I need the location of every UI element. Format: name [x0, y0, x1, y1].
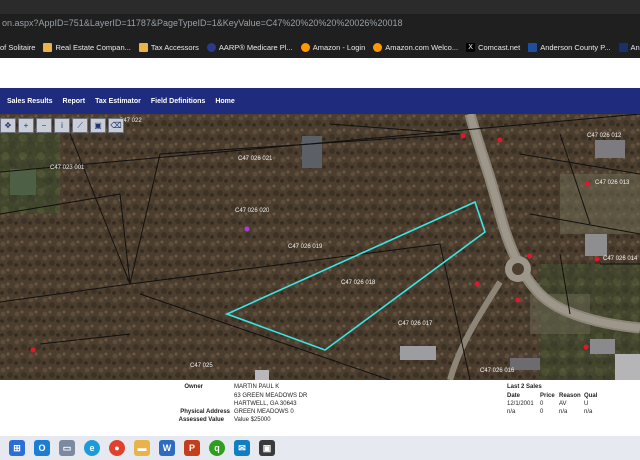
bookmark-aarp[interactable]: AARP® Medicare Pl...	[206, 42, 293, 52]
page-header-area	[0, 58, 640, 88]
browser-title-bar	[0, 0, 640, 14]
measure-icon[interactable]: ⟋	[72, 118, 88, 133]
physical-address-label: Physical Address	[180, 409, 230, 415]
quickbooks-icon[interactable]: q	[209, 440, 225, 456]
sale-row-date: 12/1/2001	[507, 401, 534, 407]
bookmark-label: Amazon.com Welco...	[385, 42, 459, 52]
owner-address-line2: HARTWELL, GA 30643	[234, 401, 297, 407]
parcel-label: C47 026 019	[288, 244, 323, 250]
parcel-label: C47 026 020	[235, 208, 270, 214]
bookmark-label: Anderson County P...	[540, 42, 611, 52]
bookmark-amazon-login[interactable]: Amazon - Login	[300, 42, 366, 52]
parcel-centroid-marker	[244, 226, 250, 232]
windows-start-icon[interactable]: ⊞	[9, 440, 25, 456]
bookmark-solitaire[interactable]: of Solitaire	[0, 43, 35, 52]
info-icon[interactable]: i	[54, 118, 70, 133]
navy-icon	[618, 42, 628, 52]
nav-home[interactable]: Home	[215, 98, 234, 105]
aerial-map[interactable]: C47 022 C47 026 012 C47 026 021 C47 023 …	[0, 114, 640, 380]
sales-header-date: Date	[507, 393, 521, 399]
property-info-panel: Owner MARTIN PAUL K 63 GREEN MEADOWS DR …	[0, 380, 640, 436]
powerpoint-icon[interactable]: P	[184, 440, 200, 456]
parcel-label: C47 026 021	[238, 156, 273, 162]
assessed-value: Value $25000	[234, 417, 271, 423]
bookmark-comcast[interactable]: X Comcast.net	[466, 42, 521, 52]
file-explorer-icon[interactable]: ▬	[134, 440, 150, 456]
chrome-icon[interactable]: ●	[109, 440, 125, 456]
sale-row-qual: U	[584, 401, 589, 407]
clear-icon[interactable]: ⌫	[108, 118, 124, 133]
bookmark-real-estate[interactable]: Real Estate Compan...	[43, 42, 131, 52]
parcel-label: C47 025	[190, 363, 213, 369]
bookmark-label: AARP® Medicare Pl...	[218, 42, 293, 52]
amazon-icon	[300, 42, 310, 52]
taskbar: ⊞ O ▭ e ● ▬ W P q ✉ ▣	[0, 436, 640, 460]
bookmark-label: of Solitaire	[0, 42, 36, 52]
sale-row-qual: n/a	[584, 409, 593, 415]
parcel-label: C47 023 001	[50, 165, 85, 171]
bookmark-anderson-county[interactable]: Anderson County P...	[528, 42, 611, 52]
zoom-in-icon[interactable]: +	[18, 118, 34, 133]
owner-label: Owner	[184, 384, 203, 390]
assessed-value-label: Assessed Value	[178, 417, 224, 423]
parcel-label: C47 026 016	[480, 368, 515, 374]
parcel-label-selected[interactable]: C47 026 018	[341, 280, 375, 286]
sale-row-date: n/a	[507, 409, 516, 415]
blue-icon	[528, 42, 538, 52]
sales-header-price: Price	[540, 393, 555, 399]
bookmarks-bar: of Solitaire Real Estate Compan... Tax A…	[0, 36, 640, 58]
pan-icon[interactable]: ✥	[0, 118, 16, 133]
url-text[interactable]: on.aspx?AppID=751&LayerID=11787&PageType…	[2, 18, 402, 28]
parcel-label: C47 026 014	[603, 256, 638, 262]
map-toolbar: ✥ + − i ⟋ ▣ ⌫	[0, 118, 126, 133]
sale-row-price: 0	[540, 409, 544, 415]
outlook-icon[interactable]: O	[34, 440, 50, 456]
folder-icon	[43, 42, 53, 52]
parcel-label: C47 026 013	[595, 180, 630, 186]
sale-row-reason: AV	[559, 401, 567, 407]
mail-icon[interactable]: ✉	[234, 440, 250, 456]
physical-address-value: GREEN MEADOWS 0	[234, 409, 294, 415]
bookmark-amazon-welcome[interactable]: Amazon.com Welco...	[373, 42, 459, 52]
nav-field-definitions[interactable]: Field Definitions	[151, 98, 205, 105]
bookmark-anderson-cty[interactable]: Anderson Cty SC Re...	[618, 42, 640, 52]
nav-tax-estimator[interactable]: Tax Estimator	[95, 98, 141, 105]
bookmark-label: Amazon - Login	[312, 42, 366, 52]
x-icon: X	[466, 42, 476, 52]
nav-report[interactable]: Report	[63, 98, 86, 105]
task-view-icon[interactable]: ▭	[59, 440, 75, 456]
select-icon[interactable]: ▣	[90, 118, 106, 133]
amazon-icon	[373, 42, 383, 52]
app-icon[interactable]: ▣	[259, 440, 275, 456]
main-nav: Sales Results Report Tax Estimator Field…	[0, 88, 640, 114]
sales-header-qual: Qual	[584, 393, 598, 399]
owner-name: MARTIN PAUL K	[234, 384, 280, 390]
sale-row-price: 0	[540, 401, 544, 407]
owner-address-line1: 63 GREEN MEADOWS DR	[234, 393, 308, 399]
parcel-label: C47 026 012	[587, 133, 622, 139]
word-icon[interactable]: W	[159, 440, 175, 456]
sale-row-reason: n/a	[559, 409, 568, 415]
bookmark-label: Tax Accessors	[150, 42, 199, 52]
bookmark-label: Comcast.net	[478, 42, 521, 52]
sales-header-reason: Reason	[559, 393, 581, 399]
bookmark-label: Real Estate Compan...	[55, 42, 131, 52]
address-bar[interactable]: on.aspx?AppID=751&LayerID=11787&PageType…	[0, 14, 640, 36]
zoom-out-icon[interactable]: −	[36, 118, 52, 133]
edge-icon[interactable]: e	[84, 440, 100, 456]
folder-icon	[138, 42, 148, 52]
nav-sales-results[interactable]: Sales Results	[7, 98, 53, 105]
parcel-label: C47 026 017	[398, 321, 433, 327]
sales-title: Last 2 Sales	[507, 384, 542, 390]
bookmark-tax-accessors[interactable]: Tax Accessors	[138, 42, 199, 52]
bookmark-label: Anderson Cty SC Re...	[630, 42, 640, 52]
aarp-icon	[206, 42, 216, 52]
